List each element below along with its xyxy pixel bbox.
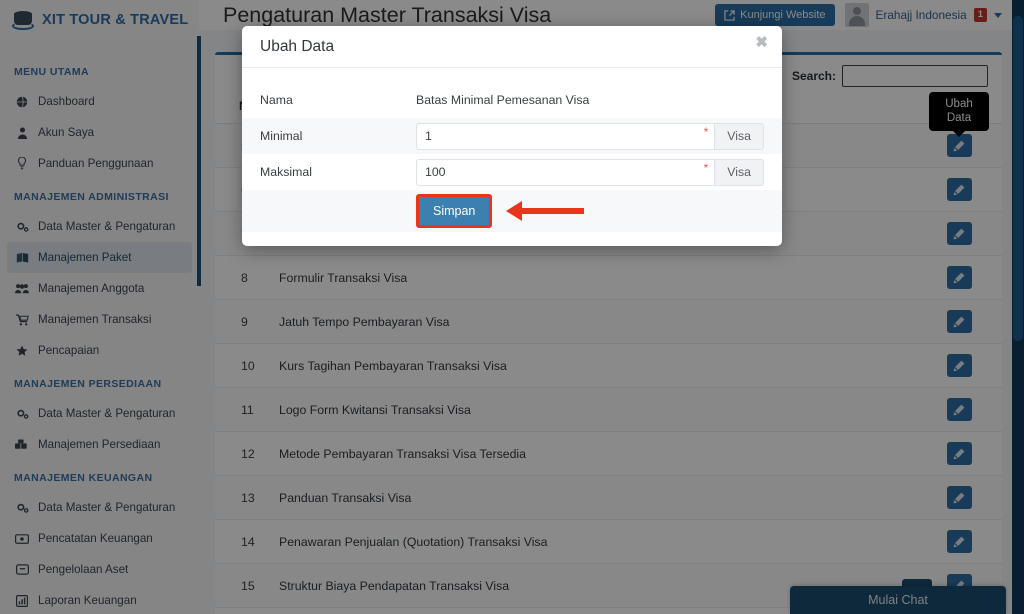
required-asterisk: * <box>703 124 709 139</box>
modal-body: Nama Batas Minimal Pemesanan Visa Minima… <box>242 68 782 246</box>
close-icon[interactable]: ✖ <box>755 35 768 50</box>
modal-header: Ubah Data ✖ <box>242 26 782 68</box>
minimal-field-wrap: * <box>416 122 715 150</box>
field-row-minimal: Minimal * Visa <box>242 118 782 154</box>
field-row-maksimal: Maksimal * Visa <box>242 154 782 190</box>
field-value-nama: Batas Minimal Pemesanan Visa <box>416 93 590 107</box>
edit-data-modal: Ubah Data ✖ Nama Batas Minimal Pemesanan… <box>242 26 782 246</box>
minimal-input-group: * Visa <box>416 122 764 150</box>
field-label-minimal: Minimal <box>260 129 303 143</box>
app-root: XIT TOUR & TRAVEL MENU UTAMA Dashboard A… <box>0 0 1024 614</box>
maksimal-field-wrap: * <box>416 158 715 186</box>
field-row-nama: Nama Batas Minimal Pemesanan Visa <box>242 82 782 118</box>
annotation-arrow-icon <box>506 201 585 221</box>
modal-title: Ubah Data <box>260 37 335 55</box>
minimal-input[interactable] <box>417 123 715 149</box>
field-label-nama: Nama <box>260 93 293 107</box>
save-button-highlight: Simpan <box>416 194 493 228</box>
required-asterisk: * <box>703 160 709 175</box>
save-button[interactable]: Simpan <box>419 197 490 225</box>
maksimal-input[interactable] <box>417 159 715 185</box>
minimal-unit-addon: Visa <box>714 122 764 150</box>
field-row-submit: Simpan <box>242 190 782 232</box>
maksimal-unit-addon: Visa <box>714 158 764 186</box>
field-label-maksimal: Maksimal <box>260 165 312 179</box>
maksimal-input-group: * Visa <box>416 158 764 186</box>
